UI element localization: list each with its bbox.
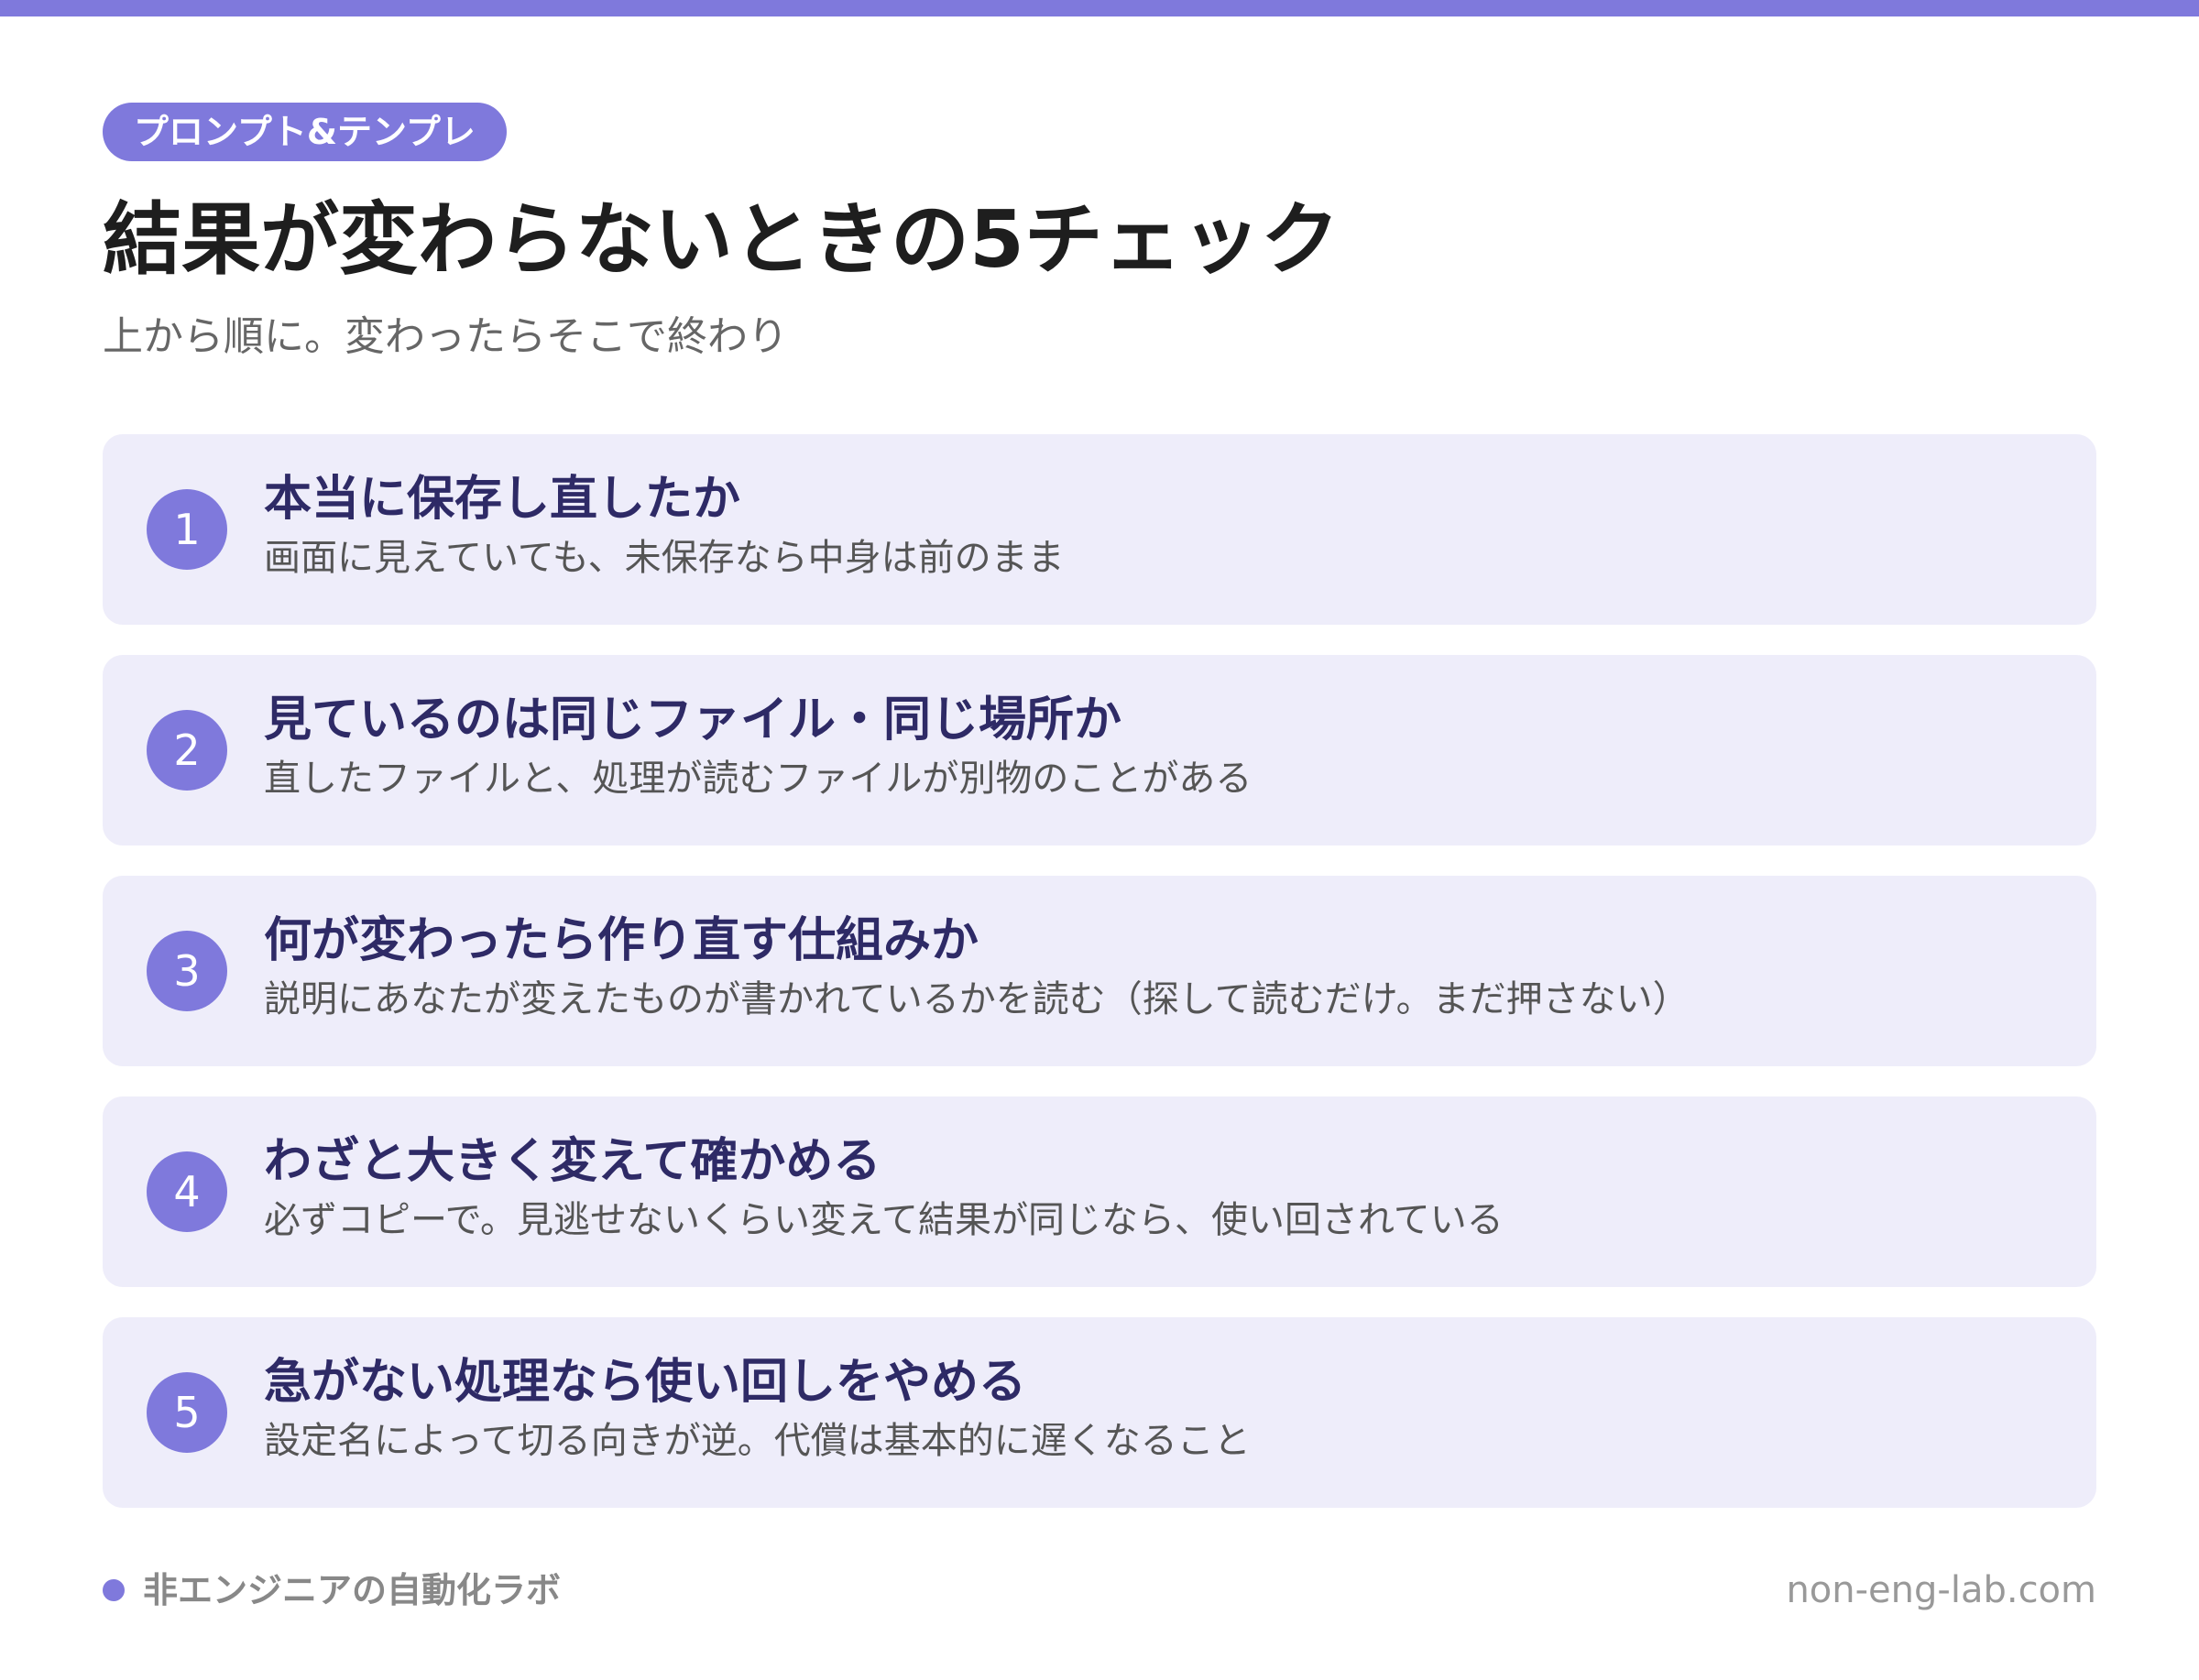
check-list: 1 本当に保存し直したか 画面に見えていても、未保存なら中身は前のまま 2 見て… <box>103 434 2096 1538</box>
brand-dot-icon <box>103 1579 125 1601</box>
check-title: 急がない処理なら使い回しをやめる <box>264 1355 1027 1410</box>
check-item-5: 5 急がない処理なら使い回しをやめる 設定名によって切る向きが逆。代償は基本的に… <box>103 1317 2096 1508</box>
check-description: 設定名によって切る向きが逆。代償は基本的に遅くなること <box>264 1420 1251 1462</box>
check-item-1: 1 本当に保存し直したか 画面に見えていても、未保存なら中身は前のまま <box>103 434 2096 625</box>
check-number-badge: 3 <box>147 931 227 1011</box>
footer-brand: 非エンジニアの自動化ラボ <box>103 1565 561 1616</box>
check-number-badge: 4 <box>147 1151 227 1232</box>
category-tag: プロンプト&テンプレ <box>103 103 507 161</box>
site-url: non-eng-lab.com <box>1786 1569 2096 1611</box>
top-accent-bar <box>0 0 2199 16</box>
check-description: 説明にあなたが変えたものが書かれているかを読む（探して読むだけ。まだ押さない） <box>264 978 1690 1020</box>
check-title: 本当に保存し直したか <box>264 472 741 527</box>
check-number-badge: 2 <box>147 710 227 791</box>
check-title: 見ているのは同じファイル・同じ場所か <box>264 693 1122 747</box>
check-item-3: 3 何が変わったら作り直す仕組みか 説明にあなたが変えたものが書かれているかを読… <box>103 876 2096 1066</box>
check-number-badge: 1 <box>147 489 227 570</box>
brand-name: 非エンジニアの自動化ラボ <box>143 1570 562 1610</box>
check-title: 何が変わったら作り直す仕組みか <box>264 913 979 968</box>
check-description: 画面に見えていても、未保存なら中身は前のまま <box>264 537 1065 579</box>
check-number-badge: 5 <box>147 1372 227 1453</box>
page-title: 結果が変わらないときの5チェック <box>103 194 1340 286</box>
check-item-4: 4 わざと大きく変えて確かめる 必ずコピーで。見逃せないくらい変えて結果が同じな… <box>103 1096 2096 1287</box>
check-item-2: 2 見ているのは同じファイル・同じ場所か 直したファイルと、処理が読むファイルが… <box>103 655 2096 845</box>
check-description: 必ずコピーで。見逃せないくらい変えて結果が同じなら、使い回されている <box>264 1199 1504 1241</box>
page-subtitle: 上から順に。変わったらそこで終わり <box>103 313 788 360</box>
check-title: わざと大きく変えて確かめる <box>264 1134 881 1189</box>
check-description: 直したファイルと、処理が読むファイルが別物のことがある <box>264 758 1253 800</box>
